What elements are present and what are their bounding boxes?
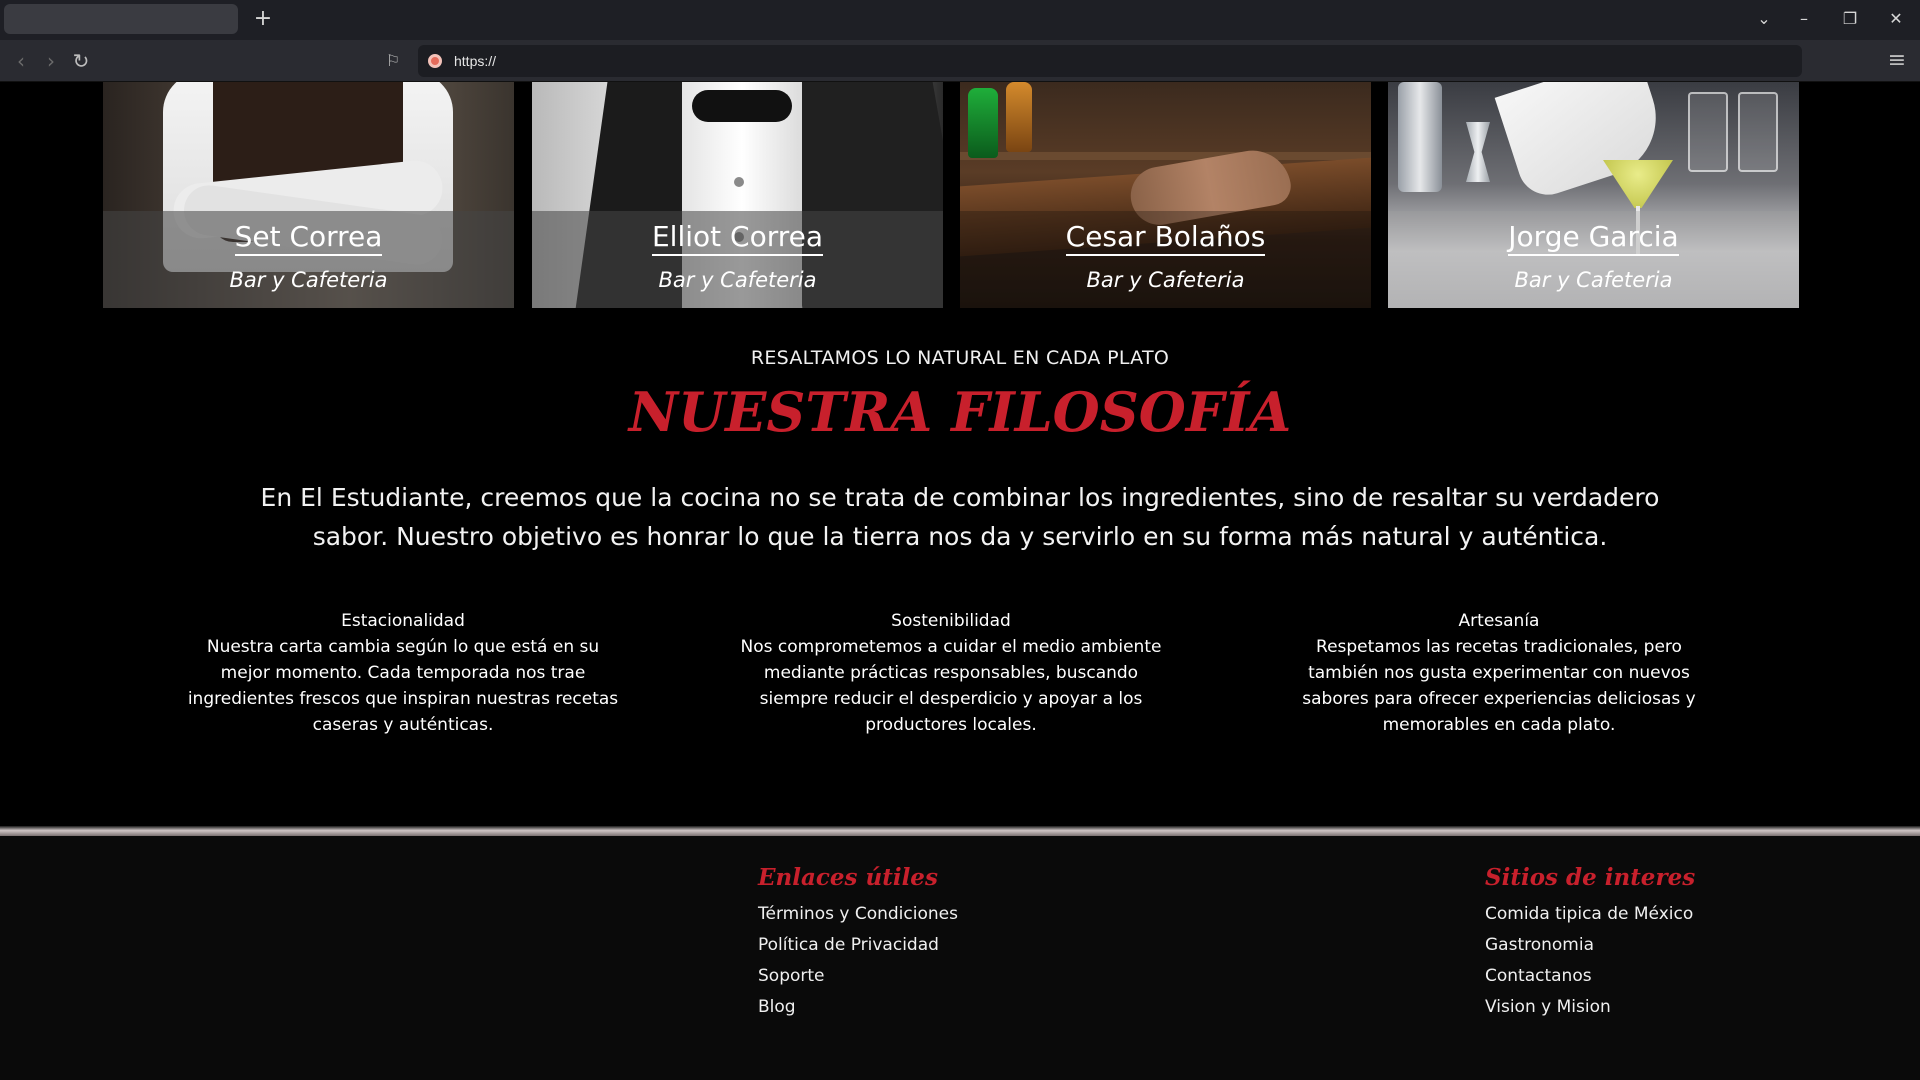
forward-button[interactable]: › <box>36 46 66 76</box>
footer-link-gastronomy[interactable]: Gastronomia <box>1485 930 1695 961</box>
reload-button[interactable]: ↻ <box>66 46 96 76</box>
browser-tab-bar: + ⌄ – ❐ ✕ <box>0 0 1920 40</box>
close-window-button[interactable]: ✕ <box>1876 4 1916 34</box>
team-member-name[interactable]: Cesar Bolaños <box>960 220 1371 256</box>
team-member-name[interactable]: Jorge Garcia <box>1388 220 1799 256</box>
feature-craftsmanship: Artesanía Respetamos las recetas tradici… <box>1279 608 1719 738</box>
team-member-name[interactable]: Set Correa <box>103 220 514 256</box>
footer-link-vision[interactable]: Vision y Mision <box>1485 992 1695 1023</box>
menu-icon[interactable]: ≡ <box>1882 46 1912 76</box>
browser-nav-bar: ‹ › ↻ ⚐ https:// ≡ <box>0 40 1920 82</box>
footer-link-contact[interactable]: Contactanos <box>1485 961 1695 992</box>
footer-link-blog[interactable]: Blog <box>758 992 958 1023</box>
footer-divider <box>0 826 1920 836</box>
page-content: Set Correa Bar y Cafeteria Elliot Correa… <box>0 82 1920 1080</box>
footer-link-support[interactable]: Soporte <box>758 961 958 992</box>
team-card: Set Correa Bar y Cafeteria <box>103 82 514 308</box>
team-member-role: Bar y Cafeteria <box>1086 268 1245 292</box>
philosophy-text: En El Estudiante, creemos que la cocina … <box>260 483 1660 551</box>
feature-title: Estacionalidad <box>341 611 465 631</box>
feature-text: Nos comprometemos a cuidar el medio ambi… <box>740 637 1162 735</box>
back-button[interactable]: ‹ <box>6 46 36 76</box>
url-text[interactable]: https:// <box>454 45 496 77</box>
browser-tab[interactable] <box>4 4 238 34</box>
tab-list-chevron-icon[interactable]: ⌄ <box>1744 4 1784 34</box>
footer-heading: Enlaces útiles <box>758 864 938 891</box>
site-security-icon[interactable] <box>428 54 442 68</box>
address-bar[interactable]: https:// <box>418 45 1802 77</box>
team-member-role: Bar y Cafeteria <box>1514 268 1673 292</box>
team-member-role: Bar y Cafeteria <box>658 268 817 292</box>
bookmark-icon[interactable]: ⚐ <box>378 46 408 76</box>
team-card: Jorge Garcia Bar y Cafeteria <box>1388 82 1799 308</box>
footer-heading: Sitios de interes <box>1485 864 1696 891</box>
feature-sustainability: Sostenibilidad Nos comprometemos a cuida… <box>731 608 1171 738</box>
philosophy-subtitle: RESALTAMOS LO NATURAL EN CADA PLATO <box>750 347 1170 369</box>
team-member-name[interactable]: Elliot Correa <box>532 220 943 256</box>
footer: Enlaces útiles Términos y Condiciones Po… <box>0 836 1920 1080</box>
feature-title: Artesanía <box>1458 611 1540 631</box>
restore-button[interactable]: ❐ <box>1830 4 1870 34</box>
new-tab-button[interactable]: + <box>248 4 278 34</box>
team-section: Set Correa Bar y Cafeteria Elliot Correa… <box>103 82 1799 308</box>
team-card: Cesar Bolaños Bar y Cafeteria <box>960 82 1371 308</box>
feature-text: Nuestra carta cambia según lo que está e… <box>187 637 619 735</box>
footer-useful-links: Enlaces útiles Términos y Condiciones Po… <box>758 864 958 1023</box>
footer-link-terms[interactable]: Términos y Condiciones <box>758 899 958 930</box>
team-card: Elliot Correa Bar y Cafeteria <box>532 82 943 308</box>
footer-sites: Sitios de interes Comida tipica de Méxic… <box>1485 864 1695 1023</box>
footer-link-privacy[interactable]: Política de Privacidad <box>758 930 958 961</box>
feature-title: Sostenibilidad <box>891 611 1011 631</box>
minimize-button[interactable]: – <box>1784 4 1824 34</box>
philosophy-title: NUESTRA FILOSOFÍA <box>628 380 1292 444</box>
team-member-role: Bar y Cafeteria <box>229 268 388 292</box>
feature-text: Respetamos las recetas tradicionales, pe… <box>1302 637 1696 735</box>
footer-link-typical-food[interactable]: Comida tipica de México <box>1485 899 1695 930</box>
feature-seasonality: Estacionalidad Nuestra carta cambia segú… <box>183 608 623 738</box>
